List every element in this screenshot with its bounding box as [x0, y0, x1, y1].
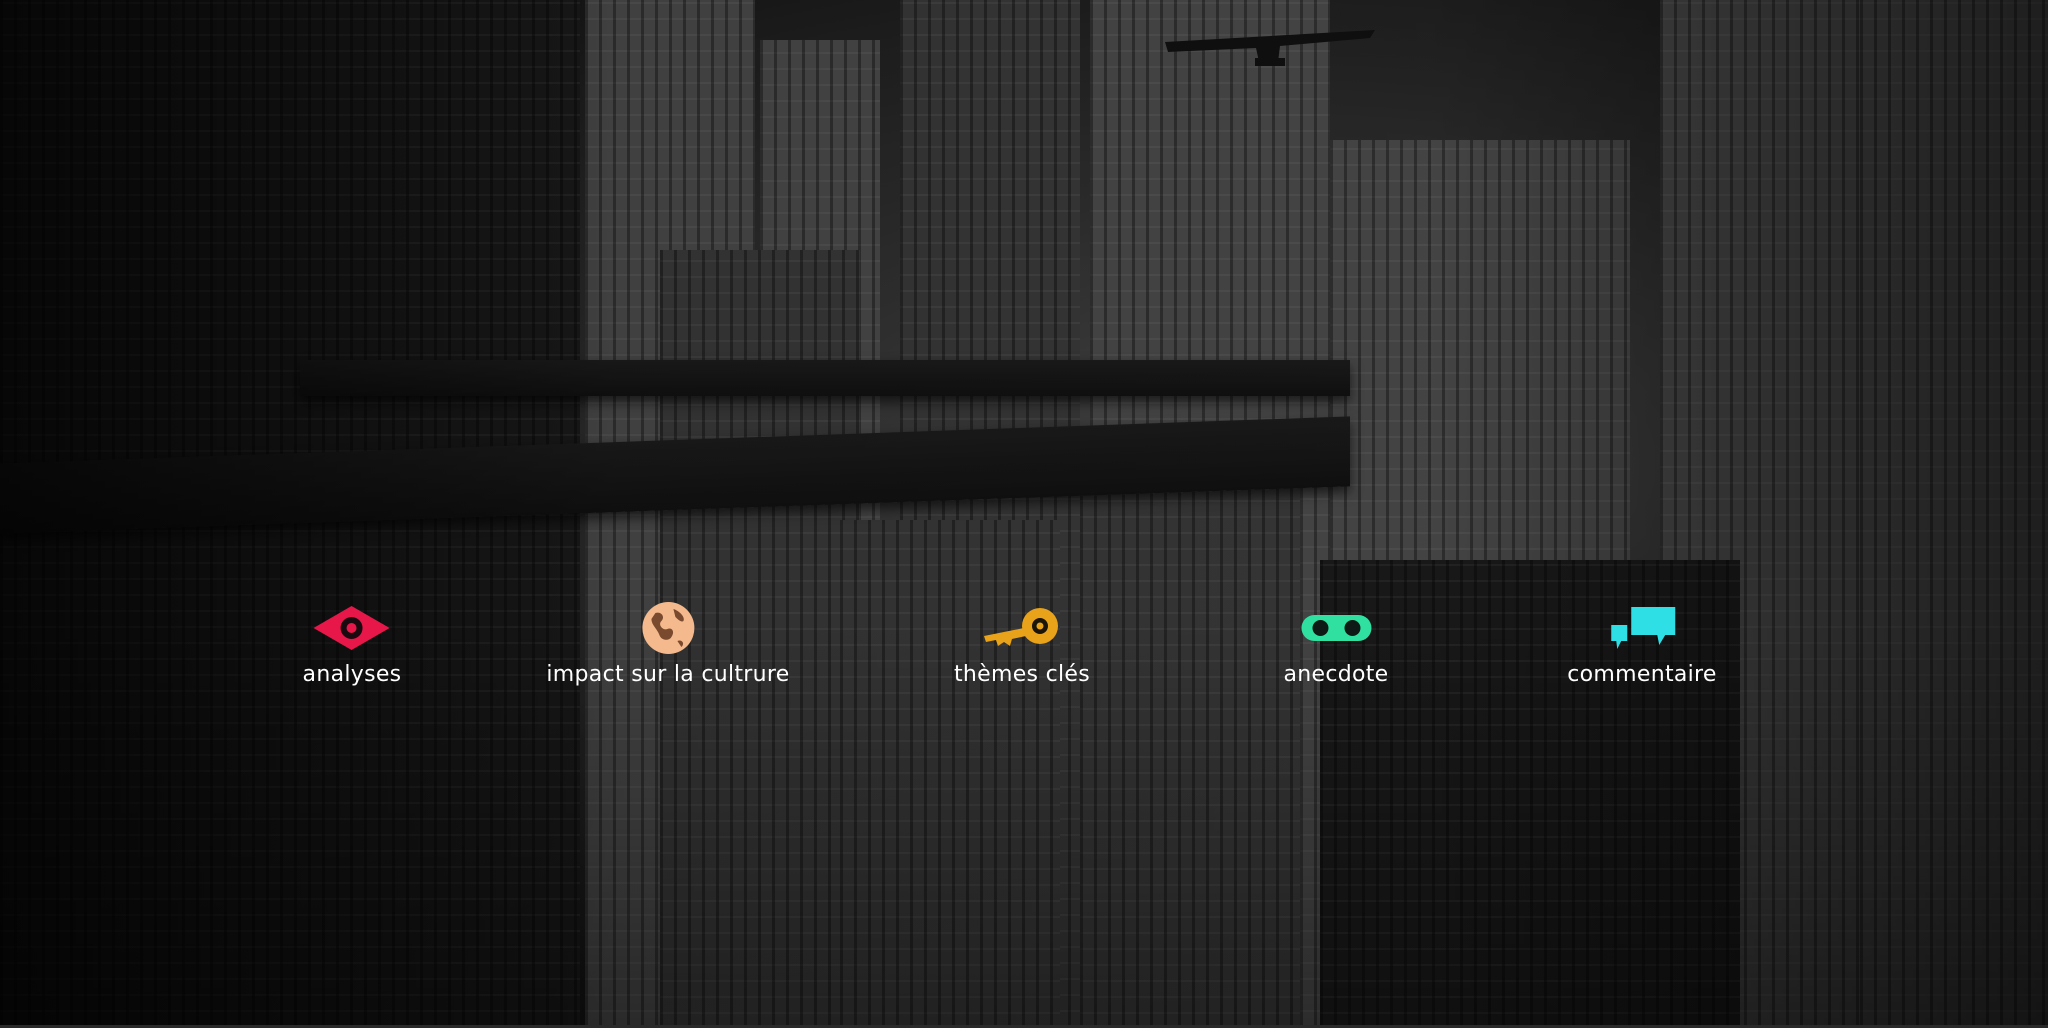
category-label: commentaire — [1567, 662, 1717, 687]
category-nav: analyses impact sur la cultrure thèmes c… — [0, 600, 2048, 720]
eye-icon — [307, 600, 397, 656]
globe-icon — [623, 600, 713, 656]
category-themes-cles[interactable]: thèmes clés — [954, 600, 1090, 687]
key-icon — [977, 600, 1067, 656]
glasses-icon — [1291, 600, 1381, 656]
category-label: analyses — [302, 662, 402, 687]
category-label: impact sur la cultrure — [546, 662, 790, 687]
category-label: thèmes clés — [953, 662, 1091, 687]
vignette-overlay — [0, 0, 2048, 1028]
category-label: anecdote — [1283, 662, 1389, 687]
speech-bubbles-icon — [1597, 600, 1687, 656]
category-commentaire[interactable]: commentaire — [1567, 600, 1717, 687]
category-impact-culture[interactable]: impact sur la cultrure — [546, 600, 789, 687]
hero-background: analyses impact sur la cultrure thèmes c… — [0, 0, 2048, 1028]
category-analyses[interactable]: analyses — [303, 600, 402, 687]
category-anecdote[interactable]: anecdote — [1283, 600, 1388, 687]
